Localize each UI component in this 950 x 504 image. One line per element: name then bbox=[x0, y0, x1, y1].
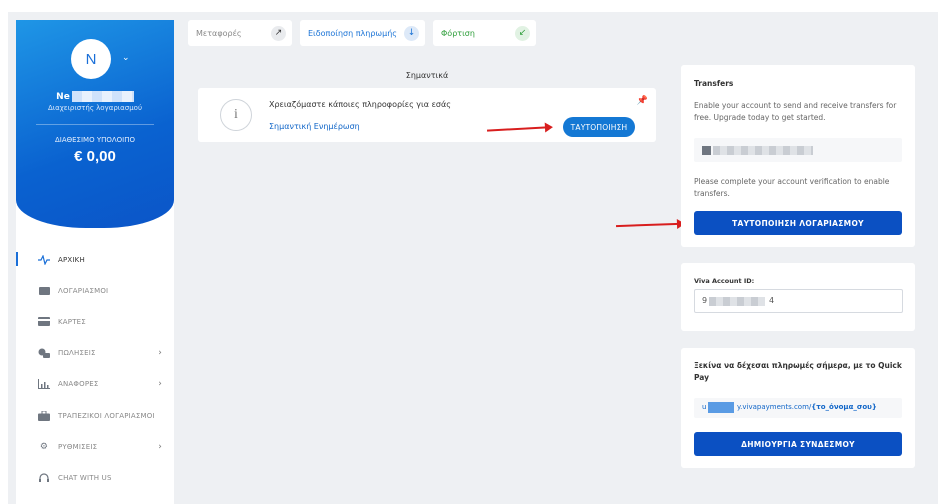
tab-transfers[interactable]: Μεταφορές ↗ bbox=[188, 20, 292, 46]
tab-label: Φόρτιση bbox=[441, 28, 475, 38]
arrow-down-left-icon: ↙ bbox=[515, 25, 530, 41]
verify-button[interactable]: ΤΑΥΤΟΠΟΙΗΣΗ bbox=[563, 117, 635, 137]
headset-icon bbox=[38, 473, 50, 483]
redacted-block bbox=[71, 91, 134, 102]
transfers-verify-text: Please complete your account verificatio… bbox=[694, 177, 890, 198]
pin-icon[interactable]: 📌 bbox=[637, 96, 648, 106]
arrow-down-icon: ↓ bbox=[404, 25, 419, 41]
sidebar-item-chat[interactable]: CHAT WITH US bbox=[16, 462, 174, 493]
sidebar-item-accounts[interactable]: ΛΟΓΑΡΙΑΣΜΟΙ bbox=[16, 275, 174, 306]
activity-icon bbox=[38, 254, 50, 265]
notice-card: i Χρειαζόμαστε κάποιες πληροφορίες για ε… bbox=[198, 88, 656, 142]
account-id-end: 4 bbox=[769, 296, 775, 305]
sidebar-item-bank-accounts[interactable]: ΤΡΑΠΕΖΙΚΟΙ ΛΟΓΑΡΙΑΣΜΟΙ bbox=[16, 400, 174, 431]
sidebar-item-sales[interactable]: ΠΩΛΗΣΕΙΣ › bbox=[16, 338, 174, 369]
chevron-right-icon: › bbox=[158, 441, 162, 452]
sidebar-item-label: ΡΥΘΜΙΣΕΙΣ bbox=[58, 442, 98, 451]
balance-value: € 0,00 bbox=[74, 148, 116, 165]
arrow-up-right-icon: ↗ bbox=[271, 25, 286, 41]
sidebar-item-label: CHAT WITH US bbox=[58, 473, 112, 482]
account-id-start: 9 bbox=[702, 296, 708, 305]
gear-icon: ⚙ bbox=[39, 441, 49, 452]
transfers-description: Enable your account to send and receive … bbox=[694, 101, 897, 122]
quickpay-url-field[interactable]: u y.vivapayments.com/{το_όνομα_σου} bbox=[694, 398, 902, 418]
chevron-right-icon: › bbox=[158, 348, 162, 359]
quickpay-title: Ξεκίνα να δέχεσαι πληρωμές σήμερα, με το… bbox=[694, 361, 902, 382]
chart-icon bbox=[38, 379, 50, 390]
divider bbox=[36, 124, 154, 125]
sidebar-item-label: ΠΩΛΗΣΕΙΣ bbox=[58, 349, 96, 358]
tab-charge[interactable]: Φόρτιση ↙ bbox=[433, 20, 536, 46]
sales-icon bbox=[38, 348, 50, 359]
balance-label: ΔΙΑΘΕΣΙΜΟ ΥΠΟΛΟΙΠΟ bbox=[54, 136, 136, 144]
card-icon bbox=[38, 317, 50, 327]
account-id-panel: Viva Account ID: 9 4 bbox=[681, 263, 915, 331]
transfers-account-field bbox=[694, 138, 902, 162]
notice-link[interactable]: Σημαντική Ενημέρωση bbox=[269, 122, 360, 131]
briefcase-icon bbox=[38, 410, 50, 421]
transfers-panel: Transfers Enable your account to send an… bbox=[681, 65, 915, 247]
redacted-block bbox=[713, 146, 813, 155]
quickpay-url-prefix: u bbox=[702, 403, 707, 411]
create-link-button[interactable]: ΔΗΜΙΟΥΡΓΙΑ ΣΥΝΔΕΣΜΟΥ bbox=[694, 432, 902, 456]
info-icon: i bbox=[220, 99, 252, 131]
tab-payment-notification[interactable]: Ειδοποίηση πληρωμής ↓ bbox=[300, 20, 425, 46]
avatar[interactable]: N bbox=[71, 39, 111, 79]
quickpay-url-domain: y.vivapayments.com/ bbox=[737, 403, 812, 411]
user-role: Διαχειριστής λογαριασμού bbox=[47, 104, 143, 112]
account-id-label: Viva Account ID: bbox=[694, 277, 755, 285]
sidebar: N ⌄ Ne Διαχειριστής λογαριασμού ΔΙΑΘΕΣΙΜ… bbox=[16, 20, 174, 504]
tab-label: Ειδοποίηση πληρωμής bbox=[308, 28, 397, 38]
sidebar-item-label: ΑΝΑΦΟΡΕΣ bbox=[58, 380, 99, 389]
sidebar-item-home[interactable]: ΑΡΧΙΚΗ bbox=[16, 244, 174, 275]
sidebar-item-label: ΤΡΑΠΕΖΙΚΟΙ ΛΟΓΑΡΙΑΣΜΟΙ bbox=[58, 411, 155, 420]
wallet-icon bbox=[38, 286, 50, 296]
quickpay-panel: Ξεκίνα να δέχεσαι πληρωμές σήμερα, με το… bbox=[681, 348, 915, 468]
tab-label: Μεταφορές bbox=[196, 28, 242, 38]
chevron-down-icon[interactable]: ⌄ bbox=[122, 53, 130, 63]
sidebar-nav: ΑΡΧΙΚΗ ΛΟΓΑΡΙΑΣΜΟΙ ΚΑΡΤΕΣ ΠΩΛΗΣΕΙΣ › ΑΝΑ… bbox=[16, 244, 174, 494]
user-name: Ne bbox=[30, 91, 160, 102]
verify-account-button[interactable]: ΤΑΥΤΟΠΟΙΗΣΗ ΛΟΓΑΡΙΑΣΜΟΥ bbox=[694, 211, 902, 235]
notice-message: Χρειαζόμαστε κάποιες πληροφορίες για εσά… bbox=[269, 100, 451, 109]
panel-title: Transfers bbox=[694, 79, 734, 88]
section-title: Σημαντικά bbox=[405, 71, 449, 80]
account-summary: N ⌄ Ne Διαχειριστής λογαριασμού ΔΙΑΘΕΣΙΜ… bbox=[16, 20, 174, 228]
sidebar-item-cards[interactable]: ΚΑΡΤΕΣ bbox=[16, 306, 174, 337]
redacted-block bbox=[709, 297, 765, 306]
chevron-right-icon: › bbox=[158, 379, 162, 390]
sidebar-item-label: ΑΡΧΙΚΗ bbox=[58, 255, 85, 264]
sidebar-item-settings[interactable]: ⚙ ΡΥΘΜΙΣΕΙΣ › bbox=[16, 431, 174, 462]
sidebar-item-label: ΛΟΓΑΡΙΑΣΜΟΙ bbox=[58, 286, 109, 295]
quickpay-url: y.vivapayments.com/{το_όνομα_σου} bbox=[737, 403, 877, 411]
sidebar-item-reports[interactable]: ΑΝΑΦΟΡΕΣ › bbox=[16, 369, 174, 400]
sidebar-item-label: ΚΑΡΤΕΣ bbox=[58, 317, 86, 326]
redacted-block bbox=[708, 402, 734, 413]
quickpay-url-placeholder: {το_όνομα_σου} bbox=[811, 403, 877, 411]
user-name-text: Ne bbox=[56, 92, 70, 102]
redacted-block bbox=[702, 146, 711, 155]
account-id-field[interactable]: 9 4 bbox=[694, 289, 903, 313]
